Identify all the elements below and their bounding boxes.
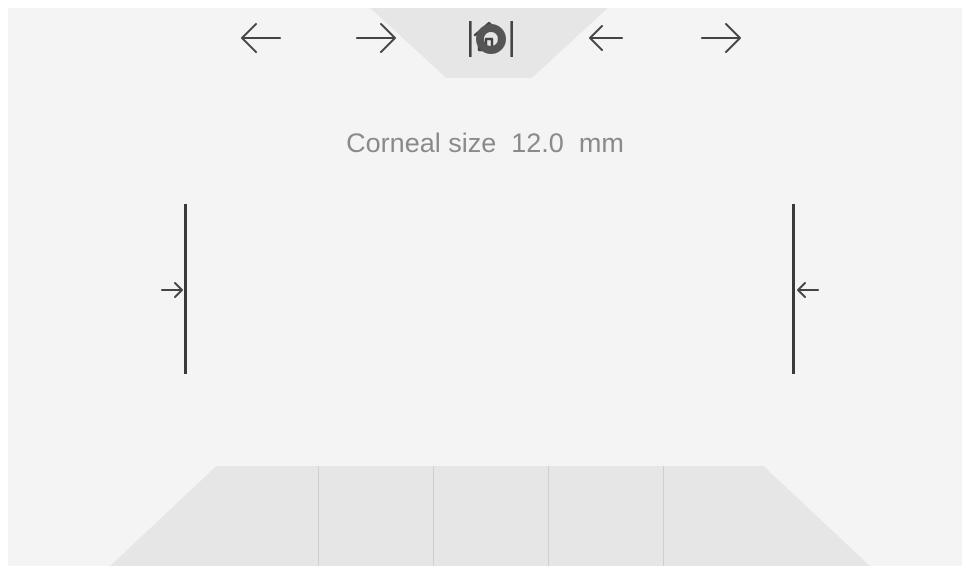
measurement-label: Corneal size [346,128,497,158]
control-divider [548,466,549,566]
center-button[interactable] [434,8,548,108]
measurement-unit: mm [578,128,624,158]
control-divider [433,466,434,566]
arrow-left-icon [797,282,819,298]
arrow-left-icon [241,23,281,53]
control-bar [110,466,870,566]
left-marker-move-right-button[interactable] [319,8,433,108]
measurement-value: 12.0 [511,128,564,158]
left-marker-move-left-button[interactable] [204,8,318,108]
screen: Corneal size 12.0 mm [8,8,962,566]
arrow-right-icon [161,282,183,298]
control-divider [318,466,319,566]
center-circle-icon [469,21,513,57]
control-divider [663,466,664,566]
arrow-right-icon [701,23,741,53]
arrow-right-icon [356,23,396,53]
right-marker-move-right-button[interactable] [664,8,778,108]
right-marker-move-left-button[interactable] [549,8,663,108]
measurement-readout: Corneal size 12.0 mm [8,128,962,159]
arrow-left-icon [589,25,623,51]
